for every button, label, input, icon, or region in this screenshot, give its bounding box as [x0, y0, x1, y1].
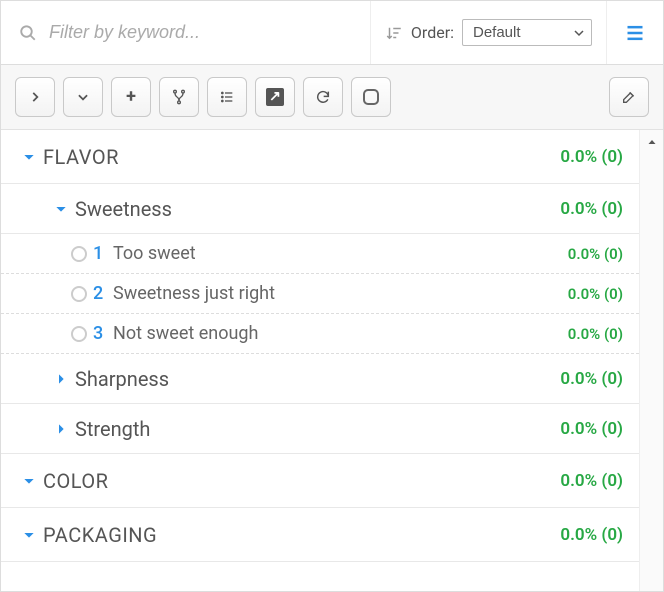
expand-down-button[interactable] — [63, 77, 103, 117]
chevron-down-icon — [21, 149, 37, 165]
chevron-right-icon — [53, 371, 69, 387]
radio-icon[interactable] — [71, 286, 87, 302]
subcategory-label: Sharpness — [75, 367, 169, 391]
item-stat: 0.0% (0) — [568, 325, 623, 343]
chevron-down-icon — [76, 90, 90, 104]
scroll-up-button[interactable] — [640, 130, 663, 154]
subcategory-label: Strength — [75, 417, 150, 441]
list-button[interactable] — [207, 77, 247, 117]
popout-icon — [266, 88, 284, 106]
subcategory-stat: 0.0% (0) — [560, 369, 623, 389]
category-stat: 0.0% (0) — [560, 525, 623, 545]
item-index: 2 — [93, 283, 107, 304]
plus-icon: + — [126, 88, 136, 106]
tree-wrap: Flavor 0.0% (0) Sweetness 0.0% (0) 1 Too… — [1, 130, 663, 591]
item-label: Sweetness just right — [113, 283, 275, 304]
item-label: Not sweet enough — [113, 323, 258, 344]
subcategory-sweetness[interactable]: Sweetness 0.0% (0) — [1, 184, 639, 234]
radio-icon[interactable] — [71, 246, 87, 262]
refresh-icon — [315, 89, 331, 105]
category-label: Color — [43, 469, 109, 493]
chevron-down-icon — [21, 473, 37, 489]
edit-icon — [621, 89, 637, 105]
popout-button[interactable] — [255, 77, 295, 117]
item-index: 3 — [93, 323, 107, 344]
collapse-right-button[interactable] — [15, 77, 55, 117]
item-not-sweet-enough[interactable]: 3 Not sweet enough 0.0% (0) — [1, 314, 639, 354]
item-sweetness-just-right[interactable]: 2 Sweetness just right 0.0% (0) — [1, 274, 639, 314]
add-button[interactable]: + — [111, 77, 151, 117]
radio-icon[interactable] — [71, 326, 87, 342]
chevron-right-icon — [53, 421, 69, 437]
triangle-up-icon — [646, 136, 658, 148]
item-index: 1 — [93, 243, 107, 264]
category-flavor[interactable]: Flavor 0.0% (0) — [1, 130, 639, 184]
square-icon — [363, 89, 379, 105]
subcategory-label: Sweetness — [75, 197, 172, 221]
category-label: Packaging — [43, 523, 157, 547]
uncheck-button[interactable] — [351, 77, 391, 117]
scrollbar[interactable] — [639, 130, 663, 591]
category-stat: 0.0% (0) — [560, 147, 623, 167]
item-too-sweet[interactable]: 1 Too sweet 0.0% (0) — [1, 234, 639, 274]
refresh-button[interactable] — [303, 77, 343, 117]
subcategory-stat: 0.0% (0) — [560, 199, 623, 219]
topbar: Order: Default — [1, 1, 663, 65]
category-color[interactable]: Color 0.0% (0) — [1, 454, 639, 508]
item-label: Too sweet — [113, 243, 196, 264]
search-icon — [19, 24, 37, 42]
chevron-right-icon — [28, 90, 42, 104]
panel: Order: Default + — [0, 0, 664, 592]
chevron-down-icon — [21, 527, 37, 543]
category-packaging[interactable]: Packaging 0.0% (0) — [1, 508, 639, 562]
subcategory-strength[interactable]: Strength 0.0% (0) — [1, 404, 639, 454]
chevron-down-icon — [53, 201, 69, 217]
subcategory-sharpness[interactable]: Sharpness 0.0% (0) — [1, 354, 639, 404]
edit-button[interactable] — [609, 77, 649, 117]
list-icon — [219, 89, 235, 105]
order-icon — [385, 24, 403, 42]
filter-input[interactable] — [47, 21, 352, 44]
hamburger-icon — [623, 23, 647, 43]
menu-cell[interactable] — [607, 1, 663, 64]
subcategory-stat: 0.0% (0) — [560, 419, 623, 439]
branch-icon — [171, 89, 187, 105]
order-cell: Order: Default — [371, 1, 607, 64]
category-stat: 0.0% (0) — [560, 471, 623, 491]
filter-cell — [1, 1, 371, 64]
tree: Flavor 0.0% (0) Sweetness 0.0% (0) 1 Too… — [1, 130, 639, 591]
order-label: Order: — [411, 23, 454, 42]
item-stat: 0.0% (0) — [568, 245, 623, 263]
order-select[interactable]: Default — [462, 19, 592, 46]
branch-button[interactable] — [159, 77, 199, 117]
toolbar: + — [1, 65, 663, 130]
category-label: Flavor — [43, 145, 119, 169]
item-stat: 0.0% (0) — [568, 285, 623, 303]
